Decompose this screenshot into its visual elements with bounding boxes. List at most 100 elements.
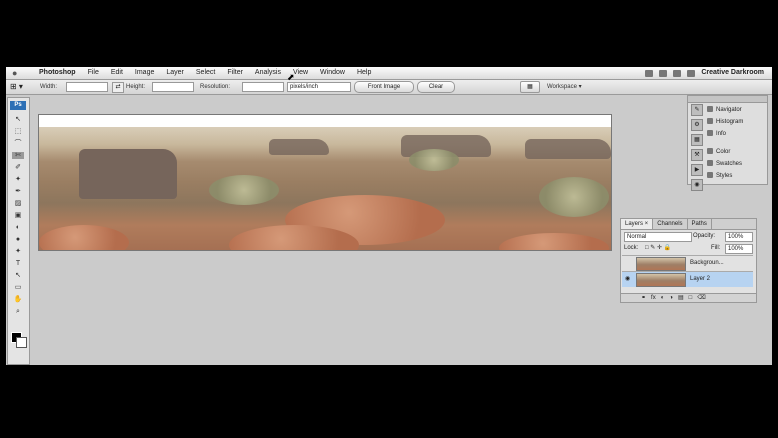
red-rock	[39, 225, 129, 250]
pen-tool-icon[interactable]: ✦	[12, 248, 24, 255]
height-field[interactable]	[152, 82, 194, 92]
width-label: Width:	[40, 84, 58, 90]
adjustment-icon[interactable]: ◑	[669, 294, 673, 302]
menu-image[interactable]: Image	[129, 67, 160, 79]
front-image-button[interactable]: Front Image	[354, 81, 414, 93]
menu-analysis[interactable]: Analysis	[249, 67, 287, 79]
folder-icon[interactable]: ▤	[678, 294, 684, 302]
fx-icon[interactable]: fx	[651, 294, 656, 302]
zoom-tool-icon[interactable]: ⌕	[12, 308, 24, 315]
menu-filter[interactable]: Filter	[221, 67, 249, 79]
gradient-tool-icon[interactable]: ◐	[12, 224, 24, 231]
lasso-tool-icon[interactable]: ⌒	[12, 140, 24, 147]
dock-titlebar[interactable]	[688, 96, 767, 103]
layer-name: Backgroun...	[690, 260, 724, 266]
layers-panel-footer: ⚭ fx ◐ ◑ ▤ □ ⌫	[621, 293, 756, 302]
shape-tool-icon[interactable]: ▭	[12, 284, 24, 291]
background-color-swatch[interactable]	[16, 337, 27, 348]
marquee-tool-icon[interactable]: ⬚	[12, 128, 24, 135]
document-canvas[interactable]	[38, 114, 612, 251]
menu-window[interactable]: Window	[314, 67, 351, 79]
dock-item-navigator[interactable]: Navigator	[707, 105, 763, 115]
eraser-tool-icon[interactable]: ▣	[12, 212, 24, 219]
opacity-field[interactable]: 100%	[725, 232, 753, 242]
dock-item-histogram[interactable]: Histogram	[707, 117, 763, 127]
clear-button[interactable]: Clear	[417, 81, 455, 93]
menu-edit[interactable]: Edit	[105, 67, 129, 79]
mask-icon[interactable]: ◐	[661, 294, 665, 302]
workspace-menu[interactable]: Workspace ▾	[547, 82, 582, 92]
stamp-tool-icon[interactable]: ▨	[12, 200, 24, 207]
dock-item-color[interactable]: Color	[707, 147, 763, 157]
new-layer-icon[interactable]: □	[689, 294, 693, 302]
layer-row-layer-2[interactable]: ◉ Layer 2	[622, 271, 753, 287]
dock-item-info[interactable]: Info	[707, 129, 763, 139]
menu-bar: ● Photoshop File Edit Image Layer Select…	[6, 67, 772, 80]
menu-layer[interactable]: Layer	[160, 67, 190, 79]
resolution-field[interactable]	[242, 82, 284, 92]
menu-photoshop[interactable]: Photoshop	[33, 67, 82, 79]
menu-help[interactable]: Help	[351, 67, 377, 79]
brush-presets-icon[interactable]: ✎	[691, 104, 703, 116]
resolution-label: Resolution:	[200, 84, 231, 90]
distant-car-1	[269, 139, 329, 155]
mouse-cursor-icon: ⬈	[287, 72, 295, 82]
blend-mode-select[interactable]: Normal	[624, 232, 692, 242]
battery-icon[interactable]	[687, 69, 696, 77]
tool-presets-icon[interactable]: ⚙	[691, 119, 703, 131]
width-field[interactable]	[66, 82, 108, 92]
units-select[interactable]: pixels/inch	[287, 82, 351, 92]
palette-well-icon[interactable]: ▦	[520, 81, 540, 93]
opacity-label: Opacity:	[693, 233, 716, 239]
trash-icon[interactable]: ⌫	[697, 294, 705, 302]
healing-tool-icon[interactable]: ✦	[12, 176, 24, 183]
fill-field[interactable]: 100%	[725, 244, 753, 254]
tab-channels[interactable]: Channels	[653, 219, 688, 229]
type-tool-icon[interactable]: T	[12, 260, 24, 267]
hand-tool-icon[interactable]: ✋	[12, 296, 24, 303]
path-select-tool-icon[interactable]: ↖	[12, 272, 24, 279]
layer-comps-icon[interactable]: ▦	[691, 134, 703, 146]
actions-icon[interactable]: ▶	[691, 164, 703, 176]
swap-dimensions-icon[interactable]: ⇄	[112, 82, 124, 93]
bluetooth-icon[interactable]	[645, 69, 654, 77]
pencil-tool-icon[interactable]: ✒	[12, 188, 24, 195]
user-name[interactable]: Creative Darkroom	[701, 67, 764, 79]
dock-item-label: Color	[716, 149, 731, 155]
swatches-icon	[707, 160, 713, 167]
crop-tool-icon[interactable]: ⊞ ▾	[10, 82, 28, 92]
history-icon[interactable]: ⚒	[691, 149, 703, 161]
layer-row-background[interactable]: Backgroun...	[622, 255, 753, 271]
dock-item-styles[interactable]: Styles	[707, 171, 763, 181]
wifi-icon[interactable]	[659, 69, 668, 77]
dodge-tool-icon[interactable]: ●	[12, 236, 24, 243]
menu-file[interactable]: File	[82, 67, 105, 79]
crop-tool-icon-active[interactable]: ✄	[12, 152, 24, 159]
menu-tray: Creative Darkroom	[645, 67, 764, 79]
eye-icon[interactable]: ◉	[625, 276, 633, 282]
visibility-toggle[interactable]	[625, 260, 633, 266]
dock-item-swatches[interactable]: Swatches	[707, 159, 763, 169]
move-tool-icon[interactable]: ↖	[12, 116, 24, 123]
dock-item-label: Histogram	[716, 119, 744, 125]
dock-icon-column: ✎ ⚙ ▦ ⚒ ▶ ◉	[691, 104, 703, 194]
link-icon[interactable]: ⚭	[641, 294, 646, 302]
styles-icon	[707, 172, 713, 179]
info-icon	[707, 130, 713, 137]
photoshop-window: ● Photoshop File Edit Image Layer Select…	[6, 67, 772, 365]
dock-item-label: Styles	[716, 173, 733, 179]
clone-source-icon[interactable]: ◉	[691, 179, 703, 191]
volume-icon[interactable]	[673, 69, 682, 77]
layers-panel-tabs: Layers × Channels Paths	[621, 219, 756, 230]
histogram-icon	[707, 118, 713, 125]
lock-icons[interactable]: □ ✎ ✛ 🔒	[645, 244, 671, 253]
apple-icon[interactable]: ●	[12, 68, 17, 78]
tab-layers[interactable]: Layers ×	[621, 219, 654, 229]
menu-select[interactable]: Select	[190, 67, 221, 79]
layers-panel: Layers × Channels Paths Normal Opacity: …	[620, 218, 757, 303]
layer-thumbnail	[636, 257, 686, 271]
layer-name: Layer 2	[690, 276, 711, 282]
tab-paths[interactable]: Paths	[688, 219, 712, 229]
dock-item-label: Swatches	[716, 161, 743, 167]
brush-tool-icon[interactable]: ✐	[12, 164, 24, 171]
